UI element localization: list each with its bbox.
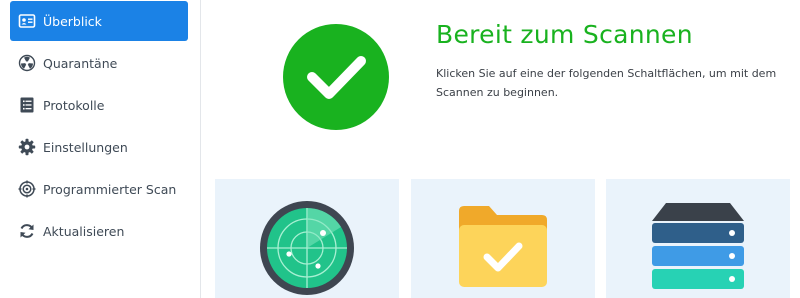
sidebar-item-label: Programmierter Scan — [43, 181, 177, 197]
sidebar-item-quarantine[interactable]: Quarantäne — [10, 43, 188, 83]
server-stack-icon — [652, 203, 744, 289]
sidebar-item-overview[interactable]: Überblick — [10, 1, 188, 41]
scheduled-scan-target-icon — [18, 180, 36, 198]
sidebar-item-label: Aktualisieren — [43, 223, 125, 239]
ready-check-icon — [283, 24, 389, 130]
custom-scan-card[interactable] — [411, 179, 595, 298]
sidebar-item-label: Protokolle — [43, 97, 105, 113]
log-list-icon — [18, 96, 36, 114]
sidebar-item-logs[interactable]: Protokolle — [10, 85, 188, 125]
sidebar-item-label: Quarantäne — [43, 55, 118, 71]
sidebar-item-label: Einstellungen — [43, 139, 128, 155]
full-scan-card[interactable] — [215, 179, 399, 298]
sidebar-item-settings[interactable]: Einstellungen — [10, 127, 188, 167]
radar-icon — [260, 201, 354, 295]
status-description: Klicken Sie auf eine der folgenden Schal… — [436, 67, 777, 99]
status-title: Bereit zum Scannen — [436, 20, 693, 49]
sidebar-item-scheduled-scan[interactable]: Programmierter Scan — [10, 169, 188, 209]
sidebar-item-label: Überblick — [43, 13, 102, 29]
biohazard-icon — [18, 54, 36, 72]
refresh-icon — [18, 222, 36, 240]
system-scan-card[interactable] — [606, 179, 790, 298]
main-panel: Bereit zum Scannen Klicken Sie auf eine … — [201, 0, 800, 298]
gear-icon — [18, 138, 36, 156]
overview-card-icon — [18, 12, 36, 30]
sidebar-item-update[interactable]: Aktualisieren — [10, 211, 188, 251]
folder-check-icon — [459, 206, 547, 287]
sidebar: Überblick Quarantäne Protokolle Einstell… — [0, 0, 201, 298]
